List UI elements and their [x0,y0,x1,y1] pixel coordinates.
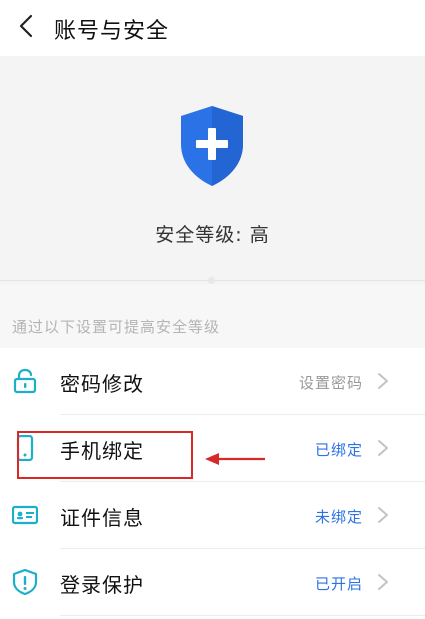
header-bar: 账号与安全 [0,0,425,56]
row-label: 密码修改 [60,372,144,396]
chevron-right-icon [378,507,388,523]
chevron-right-icon [378,440,388,456]
row-label: 证件信息 [60,506,144,530]
chevron-left-icon [19,14,33,38]
screen: 账号与安全 安全等级: 高 通过以下设置可提高安全等级 密码修改 设置密码 手机… [0,0,425,619]
hint-text: 通过以下设置可提高安全等级 [12,318,221,336]
divider-dot [208,277,215,284]
row-password[interactable]: 密码修改 设置密码 [0,348,425,414]
annotation-arrow-icon [205,453,265,465]
row-login-protect[interactable]: 登录保护 已开启 [0,549,425,615]
id-card-icon [12,505,38,525]
chevron-right-icon [378,574,388,590]
row-value: 设置密码 [298,374,363,392]
security-level: 安全等级: 高 [155,224,270,246]
row-divider [60,615,425,616]
page-title: 账号与安全 [54,19,170,44]
annotation-highlight-box [17,431,193,479]
row-label: 登录保护 [60,573,144,597]
row-id-info[interactable]: 证件信息 未绑定 [0,482,425,548]
security-hero: 安全等级: 高 [0,56,425,284]
row-value: 未绑定 [314,508,363,526]
back-button[interactable] [12,12,40,40]
lock-icon [13,368,37,394]
shield-alert-icon [12,569,38,595]
chevron-right-icon [378,373,388,389]
row-value: 已绑定 [314,441,363,459]
row-value: 已开启 [314,575,363,593]
hint-area: 通过以下设置可提高安全等级 [0,284,425,348]
shield-plus-icon [181,106,243,186]
